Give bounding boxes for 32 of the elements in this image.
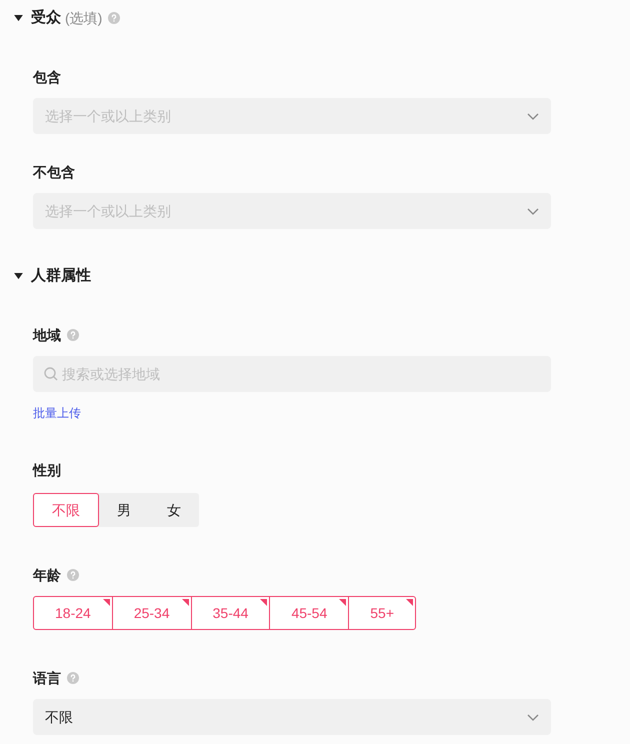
chevron-down-icon xyxy=(527,714,539,720)
field-label: 年龄 xyxy=(33,566,61,584)
gender-option[interactable]: 不限 xyxy=(33,493,99,527)
field-label: 不包含 xyxy=(33,162,75,182)
age-option[interactable]: 35-44 xyxy=(190,596,270,630)
field-label: 地域 xyxy=(33,326,61,344)
age-option[interactable]: 25-34 xyxy=(112,596,192,630)
age-option[interactable]: 18-24 xyxy=(33,596,113,630)
age-option[interactable]: 45-54 xyxy=(269,596,350,630)
help-icon[interactable] xyxy=(108,12,120,24)
section-title: 受众 xyxy=(31,8,61,28)
corner-tick-icon xyxy=(102,599,110,606)
chevron-down-icon xyxy=(527,208,539,214)
section-title: 人群属性 xyxy=(31,266,91,286)
help-icon[interactable] xyxy=(67,569,79,581)
gender-option[interactable]: 男 xyxy=(99,493,149,527)
select-field[interactable]: 不限 xyxy=(33,699,551,735)
field-label: 性别 xyxy=(33,460,61,480)
chevron-down-icon xyxy=(527,112,539,120)
help-icon[interactable] xyxy=(67,329,79,341)
search-icon xyxy=(44,367,58,381)
age-option[interactable]: 55+ xyxy=(348,596,416,630)
field-label: 语言 xyxy=(33,668,61,688)
upload-link[interactable]: 批量上传 xyxy=(33,404,81,422)
help-icon[interactable] xyxy=(67,672,79,684)
field-label: 包含 xyxy=(33,68,61,86)
corner-tick-icon xyxy=(260,599,268,606)
gender-option[interactable]: 女 xyxy=(149,493,199,527)
corner-tick-icon xyxy=(406,599,413,606)
corner-tick-icon xyxy=(339,599,346,606)
optional-note: (选填) xyxy=(65,8,102,28)
corner-tick-icon xyxy=(182,599,189,606)
